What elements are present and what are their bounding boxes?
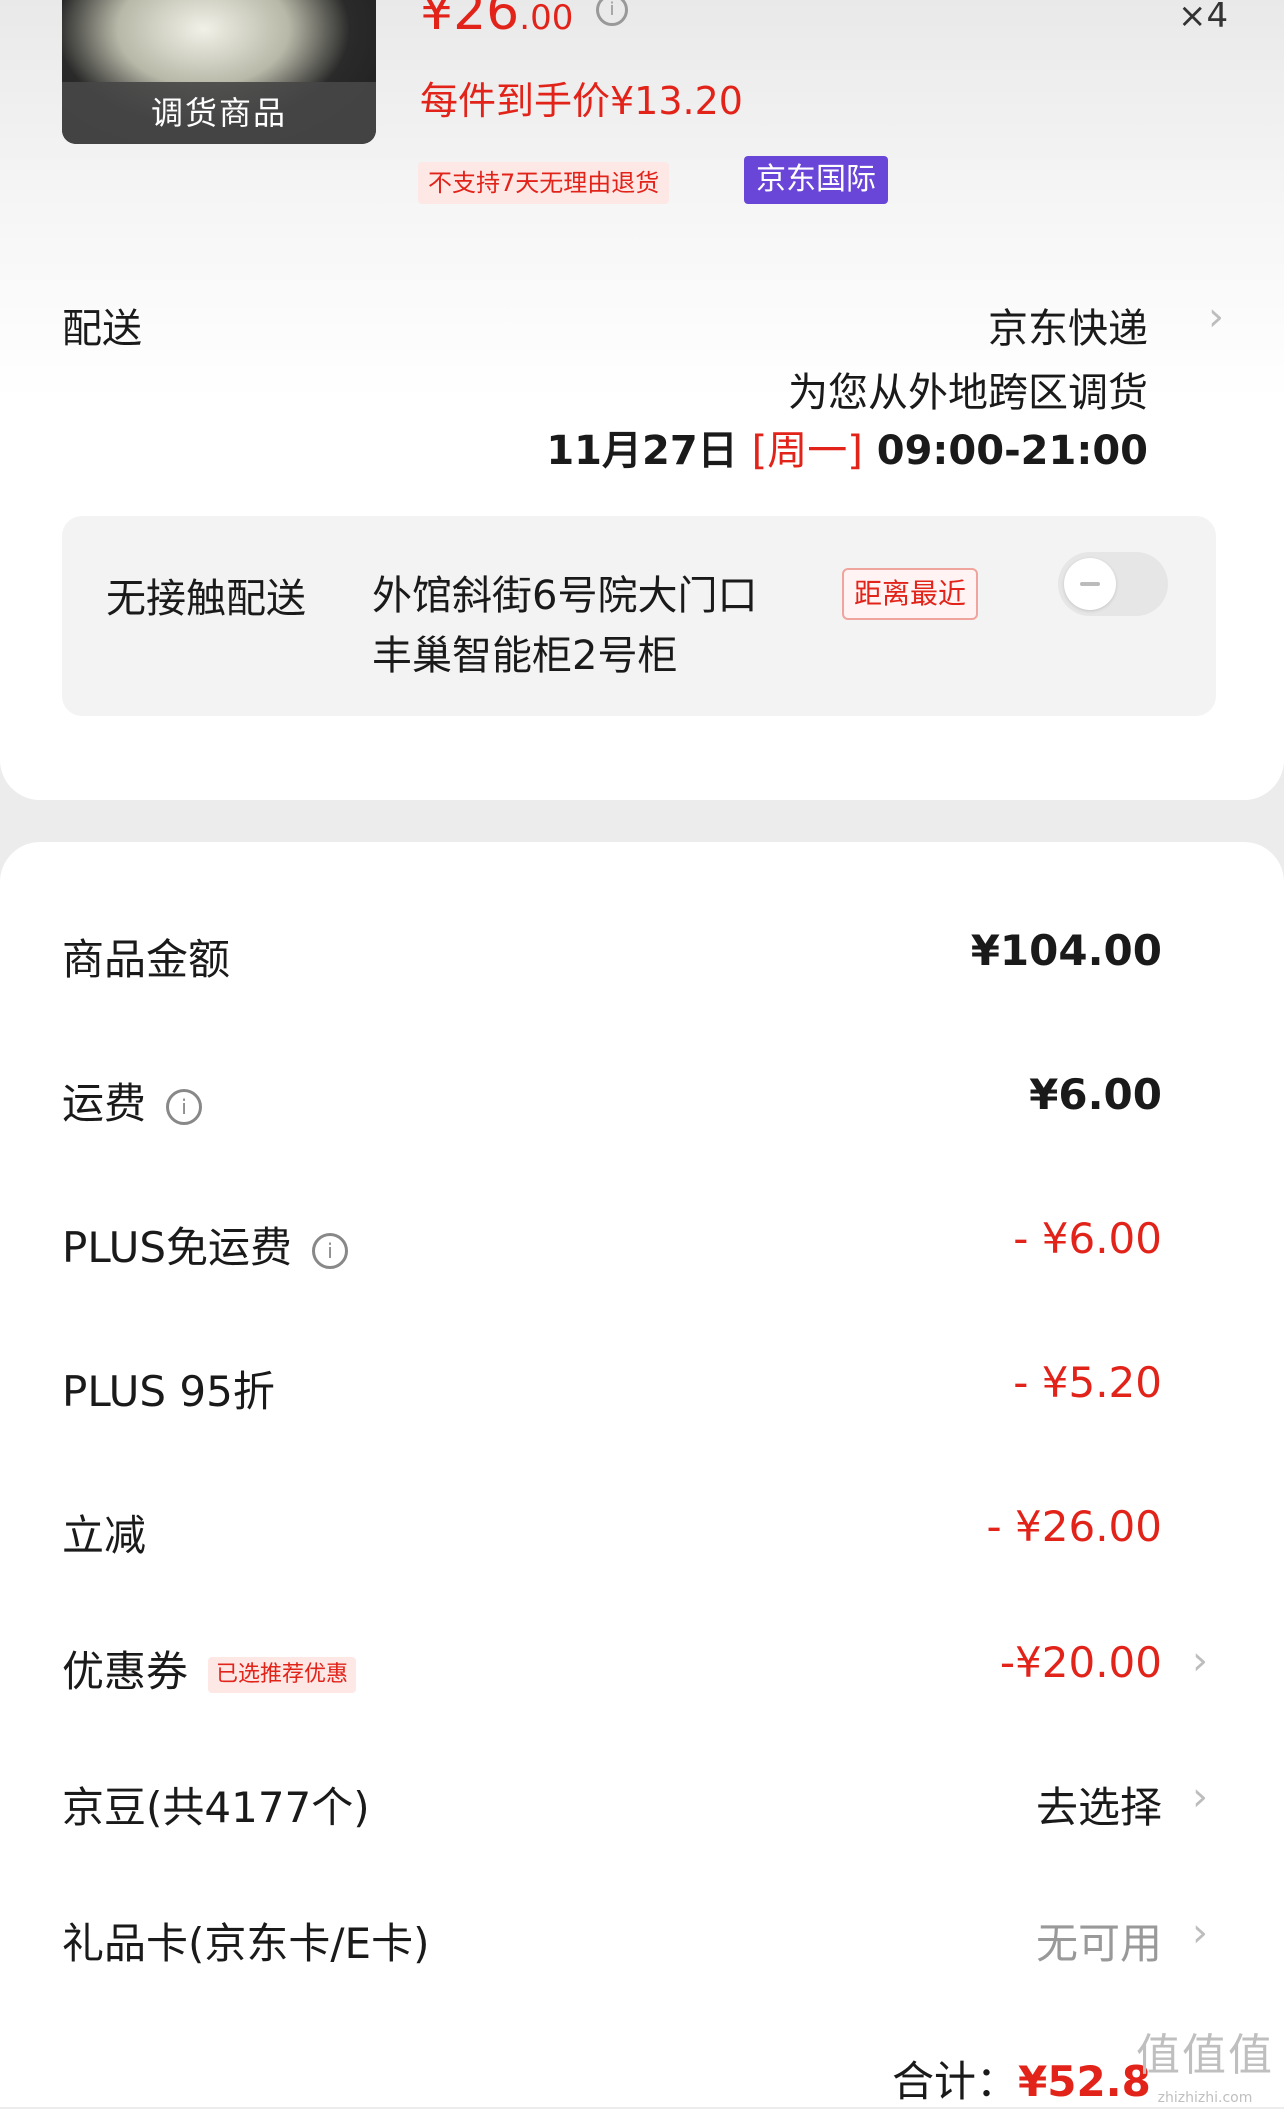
summary-row-shipping: 运费 i ¥6.00: [62, 1070, 1222, 1130]
transfer-goods-badge: 调货商品: [62, 82, 376, 144]
chevron-right-icon[interactable]: ›: [1192, 1910, 1208, 1956]
summary-row-instant-discount: 立减 - ¥26.00: [62, 1502, 1222, 1562]
summary-value: ¥6.00: [1029, 1070, 1162, 1119]
summary-label: PLUS 95折: [62, 1367, 275, 1416]
watermark-logo: 值值值 zhizhizhi.com: [1132, 2026, 1278, 2106]
summary-value: ¥104.00: [970, 926, 1162, 975]
chevron-right-icon[interactable]: ›: [1192, 1774, 1208, 1820]
chevron-right-icon[interactable]: ›: [1208, 294, 1224, 340]
info-icon[interactable]: i: [312, 1232, 349, 1269]
summary-label: 京豆(共4177个): [62, 1783, 370, 1832]
summary-value: - ¥5.20: [1013, 1358, 1162, 1407]
summary-row-goods-amount: 商品金额 ¥104.00: [62, 926, 1222, 986]
contactless-toggle[interactable]: [1058, 552, 1168, 616]
contactless-delivery-box: 无接触配送 外馆斜街6号院大门口丰巢智能柜2号柜 距离最近: [62, 516, 1216, 716]
order-total: 合计：¥52.8: [892, 2057, 1151, 2106]
jd-international-tag: 京东国际: [744, 156, 888, 204]
summary-label: 运费 i: [62, 1070, 203, 1131]
product-quantity: ×4: [1178, 0, 1229, 36]
summary-value: - ¥26.00: [986, 1502, 1162, 1551]
summary-label: 立减: [62, 1511, 147, 1560]
product-thumbnail[interactable]: 调货商品: [62, 0, 376, 144]
summary-label: 商品金额: [62, 935, 231, 984]
delivery-label: 配送: [62, 306, 142, 352]
summary-row-plus-discount: PLUS 95折 - ¥5.20: [62, 1358, 1222, 1418]
coupon-selected-tag: 已选推荐优惠: [208, 1656, 357, 1693]
no-return-tag: 不支持7天无理由退货: [418, 162, 670, 204]
info-icon[interactable]: i: [166, 1088, 203, 1125]
summary-value: -¥20.00: [999, 1638, 1162, 1687]
summary-row-gift-card[interactable]: 礼品卡(京东卡/E卡) 无可用 ›: [62, 1910, 1222, 1970]
unit-price: 每件到手价¥13.20: [420, 79, 743, 123]
info-icon[interactable]: i: [596, 0, 628, 26]
watermark-domain: zhizhizhi.com: [1157, 2090, 1253, 2106]
contactless-label: 无接触配送: [106, 576, 306, 622]
delivery-time[interactable]: 11月27日 [周一] 09:00-21:00: [546, 418, 1148, 476]
delivery-note: 为您从外地跨区调货: [788, 370, 1148, 416]
summary-row-coupon[interactable]: 优惠券 已选推荐优惠 -¥20.00 ›: [62, 1638, 1222, 1698]
product-price: ¥26.00: [420, 0, 574, 42]
delivery-method[interactable]: 京东快递: [988, 296, 1148, 354]
summary-label: 优惠券 已选推荐优惠: [62, 1638, 357, 1699]
chevron-right-icon[interactable]: ›: [1192, 1638, 1208, 1684]
summary-row-jd-beans[interactable]: 京豆(共4177个) 去选择 ›: [62, 1774, 1222, 1834]
summary-value: 无可用: [1035, 1919, 1162, 1968]
summary-row-plus-free-shipping: PLUS免运费 i - ¥6.00: [62, 1214, 1222, 1274]
summary-value[interactable]: 去选择: [1036, 1774, 1162, 1835]
contactless-address[interactable]: 外馆斜街6号院大门口丰巢智能柜2号柜: [372, 566, 772, 686]
summary-label: 礼品卡(京东卡/E卡): [62, 1919, 430, 1968]
summary-label: PLUS免运费 i: [62, 1214, 349, 1275]
summary-value: - ¥6.00: [1013, 1214, 1162, 1263]
toggle-knob: [1064, 558, 1116, 610]
total-amount: ¥52.8: [1018, 2057, 1151, 2106]
order-product-card: 调货商品 ¥26.00 i ×4 每件到手价¥13.20 不支持7天无理由退货 …: [0, 0, 1284, 800]
nearest-tag: 距离最近: [842, 568, 979, 620]
